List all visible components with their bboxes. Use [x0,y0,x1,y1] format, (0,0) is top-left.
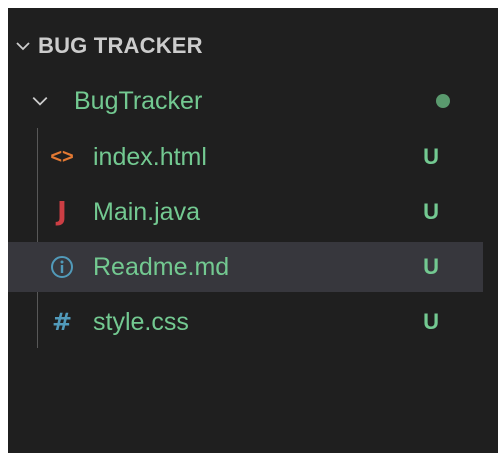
file-item-index-html[interactable]: <> index.html U [8,132,483,182]
modified-dot-icon [436,94,450,108]
chevron-down-icon[interactable] [30,91,50,111]
info-icon [48,253,76,281]
chevron-down-icon[interactable] [8,26,38,66]
file-label: style.css [93,307,189,336]
file-label: Main.java [93,197,200,226]
folder-bugtracker[interactable]: BugTracker [8,76,483,126]
git-status-badge: U [423,144,439,169]
git-status-badge: U [423,309,439,334]
html-code-icon: <> [50,145,74,168]
file-item-readme-md[interactable]: Readme.md U [8,242,483,292]
file-label: index.html [93,142,207,171]
hash-icon: # [51,308,73,336]
file-item-main-java[interactable]: J Main.java U [8,187,483,237]
file-explorer-panel: BUG TRACKER BugTracker <> index.html U J… [8,8,498,453]
section-title: BUG TRACKER [38,33,203,58]
git-status-badge: U [423,199,439,224]
folder-label: BugTracker [74,86,203,115]
file-label: Readme.md [93,252,230,281]
section-header-bug-tracker[interactable]: BUG TRACKER [8,26,203,66]
file-item-style-css[interactable]: # style.css U [8,297,483,347]
java-icon: J [57,197,67,227]
git-status-badge: U [423,254,439,279]
